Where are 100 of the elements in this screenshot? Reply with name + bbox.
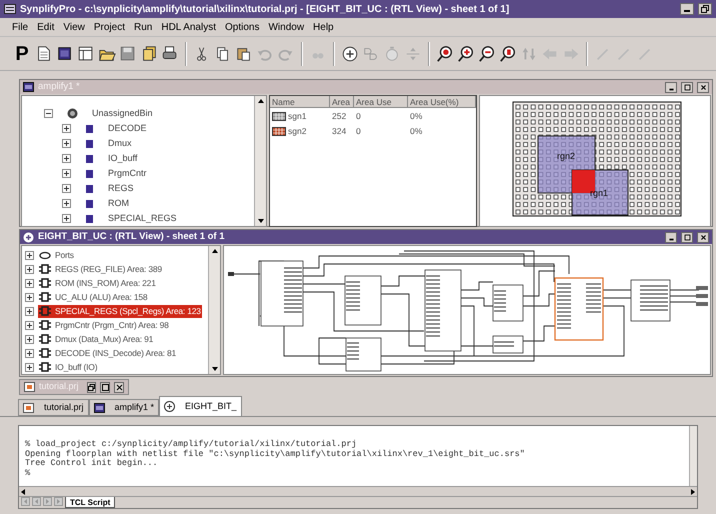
console-line: Opening floorplan with netlist file "c:\synplicity\amplify\tutorial\xilinx\rev_1\eight_bit_uc.srs" (25, 450, 526, 458)
table-cell: 0 (356, 110, 361, 123)
expand-icon[interactable] (25, 250, 34, 260)
instance-icon (39, 278, 51, 288)
menu-item[interactable]: View (63, 20, 85, 34)
expand-icon[interactable] (62, 169, 71, 178)
horizontal-scrollbar[interactable] (19, 486, 697, 496)
tree-item[interactable]: REGS (108, 182, 134, 196)
expand-icon[interactable] (62, 184, 71, 194)
vertical-scrollbar[interactable] (689, 426, 697, 486)
document-tab[interactable]: EIGHT_BIT_ (159, 396, 242, 416)
column-header[interactable]: Area Use(%) (408, 96, 476, 108)
plus-circle-icon (164, 401, 176, 412)
expand-icon[interactable] (25, 362, 34, 372)
maximize-icon (102, 384, 109, 390)
maximize-button[interactable] (100, 382, 110, 392)
tree-item[interactable]: IO_buff (108, 152, 138, 166)
minimize-button[interactable] (680, 3, 694, 15)
maximize-button[interactable] (681, 232, 693, 243)
expand-icon[interactable] (25, 334, 34, 344)
tree-item[interactable]: Dmux (108, 137, 132, 150)
restore-icon (88, 384, 95, 390)
tree-item[interactable]: SPECIAL_REGS (108, 212, 177, 226)
maximize-icon (682, 232, 692, 242)
close-button[interactable] (697, 82, 709, 93)
save-icon[interactable] (119, 44, 137, 62)
table-cell: 252 (332, 110, 346, 123)
expand-icon[interactable] (62, 124, 71, 134)
tree-item[interactable]: Dmux (Data_Mux) Area: 91 (55, 332, 154, 346)
zoom-fit-icon[interactable] (499, 44, 517, 62)
file-icon[interactable] (35, 44, 53, 62)
instance-icon (39, 292, 51, 302)
table-cell: sgn1 (288, 110, 306, 123)
window-icon[interactable] (77, 44, 95, 62)
zoom-in-icon[interactable] (457, 44, 475, 62)
project-button[interactable]: P (12, 44, 32, 64)
collapse-icon[interactable] (44, 109, 53, 118)
tree-item[interactable]: ROM (108, 197, 129, 210)
menu-item[interactable]: Project (94, 20, 125, 34)
menu-item[interactable]: Window (268, 20, 304, 34)
expand-icon[interactable] (25, 320, 34, 330)
expand-icon[interactable] (25, 348, 34, 358)
tree-item[interactable]: Ports (55, 248, 74, 262)
maximize-button[interactable] (681, 82, 693, 93)
expand-icon[interactable] (62, 139, 71, 148)
menu-item[interactable]: Help (313, 20, 334, 34)
minimize-button[interactable] (665, 82, 677, 93)
restore-button[interactable] (698, 3, 712, 15)
expand-icon[interactable] (25, 264, 34, 274)
menu-item[interactable]: File (12, 20, 28, 34)
module-icon (85, 154, 94, 164)
module-icon (85, 198, 94, 209)
expand-icon[interactable] (25, 278, 34, 288)
expand-icon[interactable] (62, 154, 71, 164)
vertical-scrollbar[interactable] (208, 246, 220, 374)
expand-icon[interactable] (62, 214, 71, 224)
console-line: % (25, 468, 32, 478)
tree-item[interactable]: IO_buff (IO) (55, 360, 98, 374)
stacked-files-icon[interactable] (140, 44, 158, 62)
document-tab[interactable]: amplify1 * (88, 399, 160, 416)
expand-icon[interactable] (62, 199, 71, 208)
zoom-number-icon[interactable] (436, 44, 454, 62)
column-header[interactable]: Area (330, 96, 354, 108)
column-header[interactable]: Area Use (354, 96, 408, 108)
menu-item[interactable]: Options (225, 20, 260, 34)
vertical-scrollbar[interactable] (254, 96, 266, 226)
floorplan-icon (94, 402, 105, 412)
region-label: rgn2 (557, 151, 576, 162)
expand-icon[interactable] (25, 292, 34, 302)
tree-item[interactable]: ROM (INS_ROM) Area: 221 (55, 276, 156, 290)
expand-icon[interactable] (25, 306, 34, 316)
minimize-button[interactable] (665, 232, 677, 243)
plus-circle-icon[interactable] (341, 44, 359, 62)
tree-item[interactable]: UnassignedBin (92, 107, 153, 120)
tree-item[interactable]: PrgmCntr (Prgm_Cntr) Area: 98 (55, 318, 169, 332)
tree-item[interactable]: DECODE (INS_Decode) Area: 81 (55, 346, 176, 360)
menu-item[interactable]: HDL Analyst (161, 20, 216, 34)
table-cell: sgn2 (288, 124, 306, 138)
table-cell: 0% (410, 124, 422, 138)
module-icon (85, 214, 94, 224)
zoom-out-icon[interactable] (478, 44, 496, 62)
tree-item[interactable]: DECODE (108, 122, 147, 136)
console-line: % load_project c:/synplicity/amplify/tutorial/xilinx/tutorial.prj (25, 440, 358, 450)
table-cell: 0 (356, 124, 361, 138)
restore-button[interactable] (86, 382, 96, 392)
chip-icon[interactable] (56, 44, 74, 62)
close-button[interactable] (114, 382, 124, 392)
tree-item[interactable]: PrgmCntr (108, 167, 147, 180)
menu-item[interactable]: Run (134, 20, 152, 34)
menu-item[interactable]: Edit (37, 20, 54, 34)
console-tab[interactable]: TCL Script (65, 497, 116, 508)
tree-item[interactable]: REGS (REG_FILE) Area: 389 (55, 262, 162, 276)
instance-icon (39, 334, 51, 344)
restore-icon (701, 5, 709, 13)
ellipse-icon (39, 250, 51, 260)
tree-item[interactable]: UC_ALU (ALU) Area: 158 (55, 290, 148, 304)
close-button[interactable] (697, 232, 709, 243)
column-header[interactable]: Name (270, 96, 330, 108)
document-tab[interactable]: tutorial.prj (18, 399, 89, 416)
module-icon (85, 184, 94, 194)
